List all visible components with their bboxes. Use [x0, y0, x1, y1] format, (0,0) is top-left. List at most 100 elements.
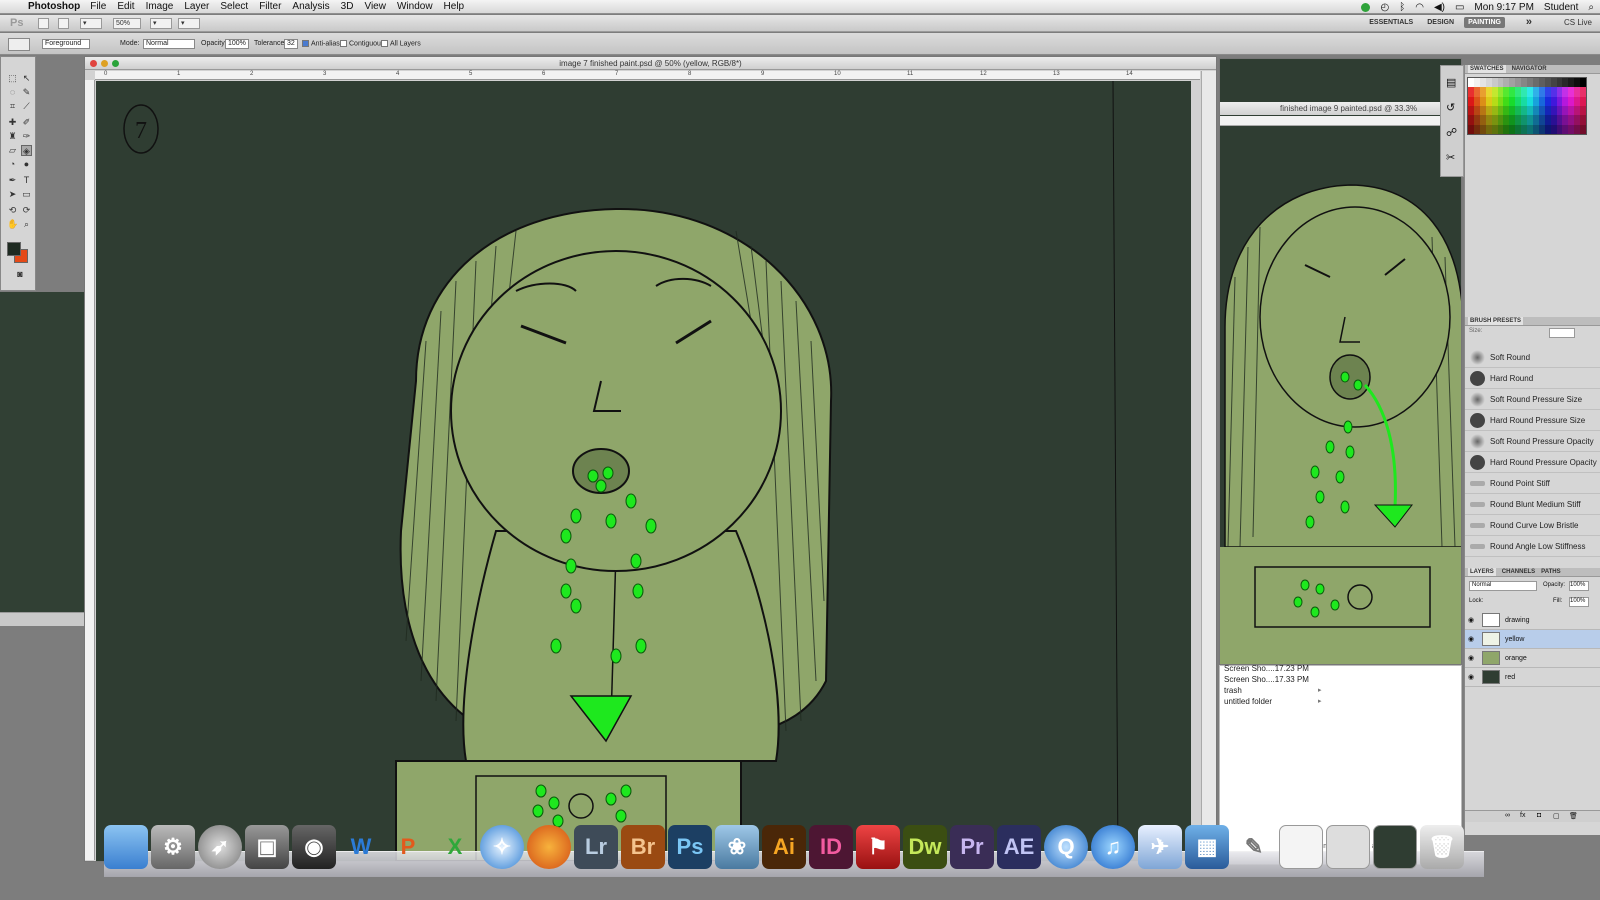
eyedropper-tool-icon[interactable]: ⟋ — [21, 101, 32, 112]
menu-view[interactable]: View — [364, 1, 386, 12]
battery-icon[interactable]: ▭ — [1455, 2, 1464, 13]
tab-swatches[interactable]: SWATCHES — [1468, 65, 1506, 73]
clock[interactable]: Mon 9:17 PM — [1474, 2, 1533, 13]
word-icon[interactable]: W — [339, 825, 383, 869]
trash-icon[interactable]: 🗑 — [1420, 825, 1464, 869]
premiere-icon[interactable]: Pr — [950, 825, 994, 869]
list-item[interactable]: Screen Sho....17.23 PM — [1224, 664, 1309, 673]
contiguous-checkbox[interactable] — [340, 40, 347, 47]
view-extras-button[interactable]: ▾ — [80, 18, 102, 29]
brush-item[interactable]: Round Point Stiff — [1465, 473, 1600, 494]
pen-tool-icon[interactable]: ✒ — [7, 175, 18, 186]
lightroom-icon[interactable]: Lr — [574, 825, 618, 869]
dodge-tool-icon[interactable]: ● — [21, 159, 32, 170]
acrobat-icon[interactable]: ⚑ — [856, 825, 900, 869]
history-brush-tool-icon[interactable]: ✑ — [21, 131, 32, 142]
second-document-ruler[interactable] — [1220, 116, 1461, 126]
tab-navigator[interactable]: NAVIGATOR — [1512, 65, 1547, 73]
color-swatch[interactable] — [1580, 115, 1586, 125]
history-icon[interactable]: ↺ — [1446, 101, 1455, 114]
tab-paths[interactable]: PATHS — [1541, 568, 1560, 576]
clone-stamp-tool-icon[interactable]: ♜ — [7, 131, 18, 142]
screen-thumb-2-icon[interactable] — [1373, 825, 1417, 869]
color-swatch[interactable] — [1580, 78, 1586, 88]
bridge-icon[interactable] — [38, 18, 49, 29]
menu-help[interactable]: Help — [444, 1, 465, 12]
menu-3d[interactable]: 3D — [341, 1, 354, 12]
color-swatch[interactable] — [1580, 124, 1586, 134]
tool-presets-icon[interactable]: ✂ — [1446, 151, 1455, 164]
arrange-documents-button[interactable]: ▾ — [150, 18, 172, 29]
finder-icon[interactable] — [104, 825, 148, 869]
healing-brush-tool-icon[interactable]: ✚ — [7, 117, 18, 128]
paint-bucket-tool-icon[interactable]: ◈ — [21, 145, 32, 156]
system-preferences-icon[interactable]: ⚙ — [151, 825, 195, 869]
document-thumb-icon[interactable] — [1279, 825, 1323, 869]
status-icon[interactable] — [1361, 2, 1371, 12]
brush-item[interactable]: Hard Round Pressure Size — [1465, 410, 1600, 431]
3d-orbit-tool-icon[interactable]: ⟳ — [21, 205, 32, 216]
3d-rotate-tool-icon[interactable]: ⟲ — [7, 205, 18, 216]
actions-icon[interactable]: ☍ — [1446, 126, 1457, 139]
chevron-right-icon[interactable]: ▸ — [1318, 697, 1322, 705]
mode-select[interactable]: Normal — [143, 39, 195, 49]
layer-row[interactable]: ◉ orange — [1465, 649, 1600, 668]
move-tool-icon[interactable]: ↖ — [21, 73, 32, 84]
opacity-field[interactable]: 100% — [225, 39, 249, 49]
vertical-scrollbar[interactable] — [1201, 71, 1216, 861]
brush-item[interactable]: Round Angle Low Stiffness — [1465, 536, 1600, 557]
image-capture-icon[interactable]: ▣ — [245, 825, 289, 869]
fx-icon[interactable]: fx — [1520, 812, 1525, 819]
quicktime-icon[interactable]: Q — [1044, 825, 1088, 869]
color-swatch[interactable] — [1580, 105, 1586, 116]
document-title-bar[interactable]: image 7 finished paint.psd @ 50% (yellow… — [85, 57, 1216, 70]
tab-layers[interactable]: LAYERS — [1468, 568, 1496, 576]
brush-item[interactable]: Hard Round — [1465, 368, 1600, 389]
tab-brush-presets[interactable]: BRUSH PRESETS — [1468, 317, 1524, 325]
excel-icon[interactable]: X — [433, 825, 477, 869]
menu-file[interactable]: File — [90, 1, 106, 12]
tab-channels[interactable]: CHANNELS — [1502, 568, 1535, 576]
workspace-more-button[interactable]: » — [1526, 16, 1532, 28]
second-document-canvas[interactable] — [1220, 127, 1461, 664]
horizontal-ruler[interactable]: 0 1 2 3 4 5 6 7 8 9 10 11 12 13 14 — [95, 71, 1200, 80]
document-canvas[interactable]: 7 — [96, 81, 1191, 861]
hand-tool-icon[interactable]: ✋ — [7, 219, 18, 230]
foreground-color-swatch[interactable] — [7, 242, 21, 256]
fill-source-select[interactable]: Foreground — [42, 39, 90, 49]
close-button[interactable] — [90, 60, 97, 67]
layer-opacity-field[interactable]: 100% — [1569, 581, 1589, 591]
new-layer-icon[interactable]: ▢ — [1553, 812, 1560, 820]
wifi-icon[interactable]: ◠ — [1415, 2, 1424, 13]
brush-item[interactable]: Soft Round Pressure Opacity — [1465, 431, 1600, 452]
visibility-icon[interactable]: ◉ — [1468, 668, 1474, 687]
visibility-icon[interactable]: ◉ — [1468, 611, 1474, 630]
all-layers-option[interactable]: All Layers — [381, 40, 421, 47]
blur-tool-icon[interactable]: ◔ — [7, 159, 18, 170]
anti-alias-checkbox[interactable] — [302, 40, 309, 47]
quick-mask-icon[interactable]: ◙ — [13, 269, 27, 280]
list-item[interactable]: untitled folder — [1224, 697, 1272, 706]
shape-tool-icon[interactable]: ▭ — [21, 189, 32, 200]
delete-layer-icon[interactable]: 🗑 — [1569, 812, 1578, 820]
chevron-right-icon[interactable]: ▸ — [1318, 686, 1322, 694]
menu-analysis[interactable]: Analysis — [292, 1, 329, 12]
brush-item[interactable]: Soft Round Pressure Size — [1465, 389, 1600, 410]
illustrator-icon[interactable]: Ai — [762, 825, 806, 869]
brush-item[interactable]: Hard Round Pressure Opacity — [1465, 452, 1600, 473]
layer-row[interactable]: ◉ red — [1465, 668, 1600, 687]
mini-bridge-icon[interactable] — [58, 18, 69, 29]
visibility-icon[interactable]: ◉ — [1468, 630, 1474, 649]
screen-mode-button[interactable]: ▾ — [178, 18, 200, 29]
bridge-icon[interactable]: Br — [621, 825, 665, 869]
user-menu[interactable]: Student — [1544, 2, 1578, 13]
photoshop-icon[interactable]: Ps — [668, 825, 712, 869]
list-item[interactable]: trash — [1224, 686, 1242, 695]
zoom-button[interactable] — [112, 60, 119, 67]
histogram-icon[interactable]: ▤ — [1446, 76, 1456, 89]
visibility-icon[interactable]: ◉ — [1468, 649, 1474, 668]
anti-alias-option[interactable]: Anti-alias — [302, 40, 340, 47]
color-swatch[interactable] — [1580, 87, 1586, 97]
screen-thumb-icon[interactable] — [1326, 825, 1370, 869]
type-tool-icon[interactable]: T — [21, 175, 32, 186]
